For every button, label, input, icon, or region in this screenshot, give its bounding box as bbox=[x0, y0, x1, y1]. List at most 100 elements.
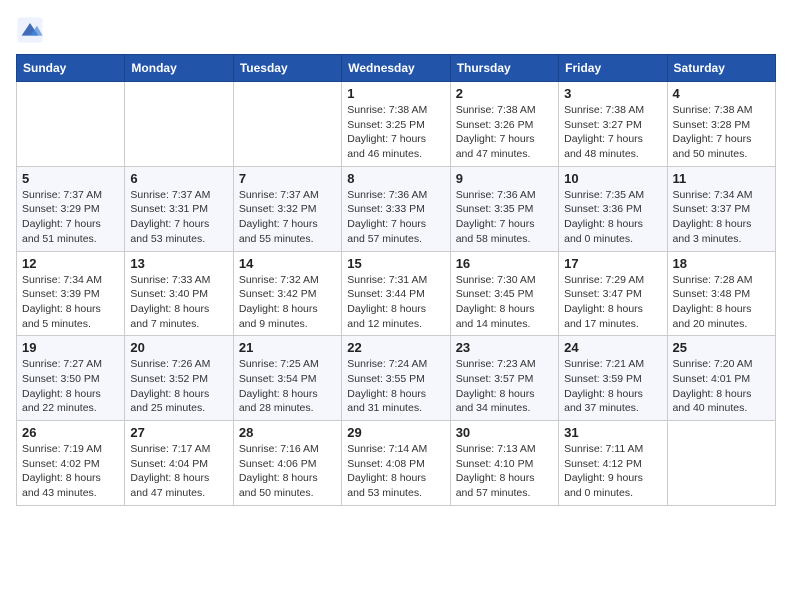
calendar-cell: 29 Sunrise: 7:14 AMSunset: 4:08 PMDayligh… bbox=[342, 421, 450, 506]
calendar-cell bbox=[667, 421, 775, 506]
day-info: Sunrise: 7:36 AMSunset: 3:35 PMDaylight:… bbox=[456, 188, 553, 247]
day-info: Sunrise: 7:37 AMSunset: 3:29 PMDaylight:… bbox=[22, 188, 119, 247]
column-header-friday: Friday bbox=[559, 55, 667, 82]
day-info: Sunrise: 7:38 AMSunset: 3:25 PMDaylight:… bbox=[347, 103, 444, 162]
day-number: 2 bbox=[456, 86, 553, 101]
calendar-cell bbox=[17, 82, 125, 167]
day-number: 24 bbox=[564, 340, 661, 355]
calendar-header-row: SundayMondayTuesdayWednesdayThursdayFrid… bbox=[17, 55, 776, 82]
calendar-cell: 6 Sunrise: 7:37 AMSunset: 3:31 PMDaylight… bbox=[125, 166, 233, 251]
day-info: Sunrise: 7:26 AMSunset: 3:52 PMDaylight:… bbox=[130, 357, 227, 416]
calendar-cell: 21 Sunrise: 7:25 AMSunset: 3:54 PMDayligh… bbox=[233, 336, 341, 421]
day-info: Sunrise: 7:33 AMSunset: 3:40 PMDaylight:… bbox=[130, 273, 227, 332]
calendar-cell: 23 Sunrise: 7:23 AMSunset: 3:57 PMDayligh… bbox=[450, 336, 558, 421]
day-number: 4 bbox=[673, 86, 770, 101]
day-info: Sunrise: 7:20 AMSunset: 4:01 PMDaylight:… bbox=[673, 357, 770, 416]
header bbox=[16, 16, 776, 44]
calendar-cell: 10 Sunrise: 7:35 AMSunset: 3:36 PMDayligh… bbox=[559, 166, 667, 251]
day-number: 23 bbox=[456, 340, 553, 355]
calendar-week-row: 12Sunrise: 7:34 AMSunset: 3:39 PMDayligh… bbox=[17, 251, 776, 336]
day-info: Sunrise: 7:35 AMSunset: 3:36 PMDaylight:… bbox=[564, 188, 661, 247]
day-info: Sunrise: 7:23 AMSunset: 3:57 PMDaylight:… bbox=[456, 357, 553, 416]
day-number: 9 bbox=[456, 171, 553, 186]
day-info: Sunrise: 7:38 AMSunset: 3:28 PMDaylight:… bbox=[673, 103, 770, 162]
calendar-cell: 8Sunrise: 7:36 AMSunset: 3:33 PMDaylight… bbox=[342, 166, 450, 251]
column-header-saturday: Saturday bbox=[667, 55, 775, 82]
day-info: Sunrise: 7:27 AMSunset: 3:50 PMDaylight:… bbox=[22, 357, 119, 416]
day-number: 20 bbox=[130, 340, 227, 355]
day-number: 28 bbox=[239, 425, 336, 440]
calendar-cell: 4 Sunrise: 7:38 AMSunset: 3:28 PMDaylight… bbox=[667, 82, 775, 167]
day-info: Sunrise: 7:31 AMSunset: 3:44 PMDaylight:… bbox=[347, 273, 444, 332]
day-info: Sunrise: 7:16 AMSunset: 4:06 PMDaylight:… bbox=[239, 442, 336, 501]
day-number: 10 bbox=[564, 171, 661, 186]
day-info: Sunrise: 7:34 AMSunset: 3:39 PMDaylight:… bbox=[22, 273, 119, 332]
calendar-cell: 13Sunrise: 7:33 AMSunset: 3:40 PMDayligh… bbox=[125, 251, 233, 336]
column-header-wednesday: Wednesday bbox=[342, 55, 450, 82]
day-info: Sunrise: 7:30 AMSunset: 3:45 PMDaylight:… bbox=[456, 273, 553, 332]
day-number: 27 bbox=[130, 425, 227, 440]
day-info: Sunrise: 7:37 AMSunset: 3:32 PMDaylight:… bbox=[239, 188, 336, 247]
logo bbox=[16, 16, 48, 44]
day-info: Sunrise: 7:37 AMSunset: 3:31 PMDaylight:… bbox=[130, 188, 227, 247]
day-number: 15 bbox=[347, 256, 444, 271]
column-header-sunday: Sunday bbox=[17, 55, 125, 82]
calendar-cell: 11 Sunrise: 7:34 AMSunset: 3:37 PMDayligh… bbox=[667, 166, 775, 251]
calendar-week-row: 1 Sunrise: 7:38 AMSunset: 3:25 PMDaylight… bbox=[17, 82, 776, 167]
calendar-cell: 19 Sunrise: 7:27 AMSunset: 3:50 PMDayligh… bbox=[17, 336, 125, 421]
day-number: 22 bbox=[347, 340, 444, 355]
day-number: 5 bbox=[22, 171, 119, 186]
day-info: Sunrise: 7:14 AMSunset: 4:08 PMDaylight:… bbox=[347, 442, 444, 501]
day-info: Sunrise: 7:38 AMSunset: 3:26 PMDaylight:… bbox=[456, 103, 553, 162]
calendar-cell: 24 Sunrise: 7:21 AMSunset: 3:59 PMDayligh… bbox=[559, 336, 667, 421]
calendar-cell: 22 Sunrise: 7:24 AMSunset: 3:55 PMDayligh… bbox=[342, 336, 450, 421]
calendar-cell: 16Sunrise: 7:30 AMSunset: 3:45 PMDayligh… bbox=[450, 251, 558, 336]
calendar-cell: 17Sunrise: 7:29 AMSunset: 3:47 PMDayligh… bbox=[559, 251, 667, 336]
logo-icon bbox=[16, 16, 44, 44]
day-number: 30 bbox=[456, 425, 553, 440]
calendar-cell: 9 Sunrise: 7:36 AMSunset: 3:35 PMDaylight… bbox=[450, 166, 558, 251]
calendar-table: SundayMondayTuesdayWednesdayThursdayFrid… bbox=[16, 54, 776, 506]
calendar-cell: 3 Sunrise: 7:38 AMSunset: 3:27 PMDaylight… bbox=[559, 82, 667, 167]
day-number: 18 bbox=[673, 256, 770, 271]
calendar-cell: 26 Sunrise: 7:19 AMSunset: 4:02 PMDayligh… bbox=[17, 421, 125, 506]
day-info: Sunrise: 7:25 AMSunset: 3:54 PMDaylight:… bbox=[239, 357, 336, 416]
calendar-cell: 12Sunrise: 7:34 AMSunset: 3:39 PMDayligh… bbox=[17, 251, 125, 336]
calendar-week-row: 19 Sunrise: 7:27 AMSunset: 3:50 PMDayligh… bbox=[17, 336, 776, 421]
calendar-cell: 1 Sunrise: 7:38 AMSunset: 3:25 PMDaylight… bbox=[342, 82, 450, 167]
calendar-cell: 5 Sunrise: 7:37 AMSunset: 3:29 PMDaylight… bbox=[17, 166, 125, 251]
day-number: 31 bbox=[564, 425, 661, 440]
calendar-cell: 27Sunrise: 7:17 AMSunset: 4:04 PMDayligh… bbox=[125, 421, 233, 506]
calendar-cell: 28 Sunrise: 7:16 AMSunset: 4:06 PMDayligh… bbox=[233, 421, 341, 506]
day-number: 26 bbox=[22, 425, 119, 440]
day-info: Sunrise: 7:13 AMSunset: 4:10 PMDaylight:… bbox=[456, 442, 553, 501]
day-number: 14 bbox=[239, 256, 336, 271]
day-info: Sunrise: 7:19 AMSunset: 4:02 PMDaylight:… bbox=[22, 442, 119, 501]
day-info: Sunrise: 7:38 AMSunset: 3:27 PMDaylight:… bbox=[564, 103, 661, 162]
day-number: 19 bbox=[22, 340, 119, 355]
column-header-monday: Monday bbox=[125, 55, 233, 82]
column-header-thursday: Thursday bbox=[450, 55, 558, 82]
calendar-cell bbox=[125, 82, 233, 167]
day-info: Sunrise: 7:21 AMSunset: 3:59 PMDaylight:… bbox=[564, 357, 661, 416]
day-number: 6 bbox=[130, 171, 227, 186]
calendar-cell: 18Sunrise: 7:28 AMSunset: 3:48 PMDayligh… bbox=[667, 251, 775, 336]
day-info: Sunrise: 7:36 AMSunset: 3:33 PMDaylight:… bbox=[347, 188, 444, 247]
day-info: Sunrise: 7:34 AMSunset: 3:37 PMDaylight:… bbox=[673, 188, 770, 247]
day-number: 1 bbox=[347, 86, 444, 101]
day-number: 3 bbox=[564, 86, 661, 101]
day-info: Sunrise: 7:24 AMSunset: 3:55 PMDaylight:… bbox=[347, 357, 444, 416]
day-number: 11 bbox=[673, 171, 770, 186]
calendar-cell bbox=[233, 82, 341, 167]
calendar-cell: 20 Sunrise: 7:26 AMSunset: 3:52 PMDayligh… bbox=[125, 336, 233, 421]
day-info: Sunrise: 7:32 AMSunset: 3:42 PMDaylight:… bbox=[239, 273, 336, 332]
day-number: 7 bbox=[239, 171, 336, 186]
day-number: 29 bbox=[347, 425, 444, 440]
day-info: Sunrise: 7:11 AMSunset: 4:12 PMDaylight:… bbox=[564, 442, 661, 501]
calendar-cell: 31 Sunrise: 7:11 AMSunset: 4:12 PMDayligh… bbox=[559, 421, 667, 506]
calendar-cell: 14 Sunrise: 7:32 AMSunset: 3:42 PMDayligh… bbox=[233, 251, 341, 336]
calendar-week-row: 26 Sunrise: 7:19 AMSunset: 4:02 PMDayligh… bbox=[17, 421, 776, 506]
calendar-cell: 25Sunrise: 7:20 AMSunset: 4:01 PMDayligh… bbox=[667, 336, 775, 421]
day-number: 21 bbox=[239, 340, 336, 355]
column-header-tuesday: Tuesday bbox=[233, 55, 341, 82]
